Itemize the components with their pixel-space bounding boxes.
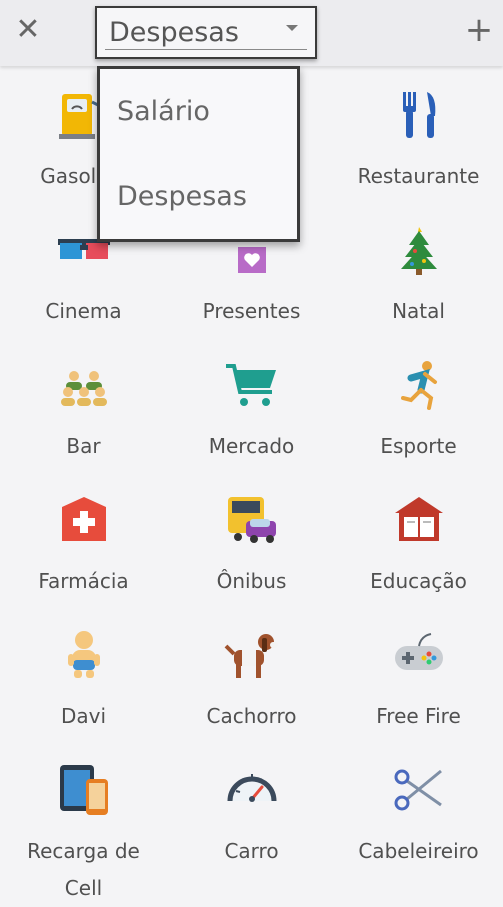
speedometer-icon xyxy=(227,774,276,802)
type-dropdown-menu: Salário Despesas xyxy=(97,66,300,242)
category-label: Farmácia xyxy=(38,569,129,593)
category-label: Cabeleireiro xyxy=(358,839,479,863)
category-recarga-de-cell[interactable]: Recarga de Cell xyxy=(0,747,167,900)
type-select[interactable]: Despesas xyxy=(95,6,317,59)
category-free-fire[interactable]: Free Fire xyxy=(335,612,502,747)
runner-icon xyxy=(400,361,437,410)
plus-icon[interactable]: + xyxy=(459,10,499,50)
category-label: Bar xyxy=(66,434,101,458)
category-carro[interactable]: Carro xyxy=(168,747,335,882)
category-label: Restaurante xyxy=(357,164,480,188)
baby-icon xyxy=(67,631,100,678)
category-label: Cinema xyxy=(45,299,122,323)
scissors-icon xyxy=(394,769,442,811)
category-esporte[interactable]: Esporte xyxy=(335,342,502,477)
dropdown-option-salario[interactable]: Salário xyxy=(117,96,210,127)
school-book-icon xyxy=(394,497,443,541)
people-group-icon xyxy=(60,371,107,406)
category-label: Mercado xyxy=(208,434,295,458)
top-bar: ✕ Despesas + xyxy=(0,0,503,66)
category-mercado[interactable]: Mercado xyxy=(168,342,335,477)
dropdown-option-despesas[interactable]: Despesas xyxy=(117,181,247,212)
type-select-value: Despesas xyxy=(109,17,239,48)
category-cachorro[interactable]: Cachorro xyxy=(168,612,335,747)
caret-down-icon xyxy=(286,25,298,31)
select-underline xyxy=(105,49,307,50)
category-label: Ônibus xyxy=(216,569,287,593)
category-label: Presentes xyxy=(202,299,301,323)
devices-icon xyxy=(59,765,108,815)
dog-icon xyxy=(224,634,278,678)
shopping-cart-icon xyxy=(225,364,276,406)
category-restaurante[interactable]: Restaurante xyxy=(335,72,502,207)
fork-knife-icon xyxy=(402,92,435,138)
category-label: Esporte xyxy=(380,434,457,458)
category-label: Free Fire xyxy=(376,704,461,728)
category-cabeleireiro[interactable]: Cabeleireiro xyxy=(335,747,502,882)
category-label: Recarga de Cell xyxy=(27,839,140,900)
category-bar[interactable]: Bar xyxy=(0,342,167,477)
category-onibus[interactable]: Ônibus xyxy=(168,477,335,612)
category-label: Carro xyxy=(224,839,279,863)
category-natal[interactable]: Natal xyxy=(335,207,502,342)
gamepad-icon xyxy=(394,633,443,670)
category-label: Educação xyxy=(370,569,467,593)
category-educacao[interactable]: Educação xyxy=(335,477,502,612)
christmas-tree-icon xyxy=(400,227,437,275)
category-label: Cachorro xyxy=(206,704,297,728)
pharmacy-icon xyxy=(61,497,106,541)
category-label: Davi xyxy=(60,704,107,728)
category-davi[interactable]: Davi xyxy=(0,612,167,747)
category-farmacia[interactable]: Farmácia xyxy=(0,477,167,612)
close-icon[interactable]: ✕ xyxy=(8,10,48,50)
bus-car-icon xyxy=(227,497,276,543)
category-label: Natal xyxy=(392,299,445,323)
